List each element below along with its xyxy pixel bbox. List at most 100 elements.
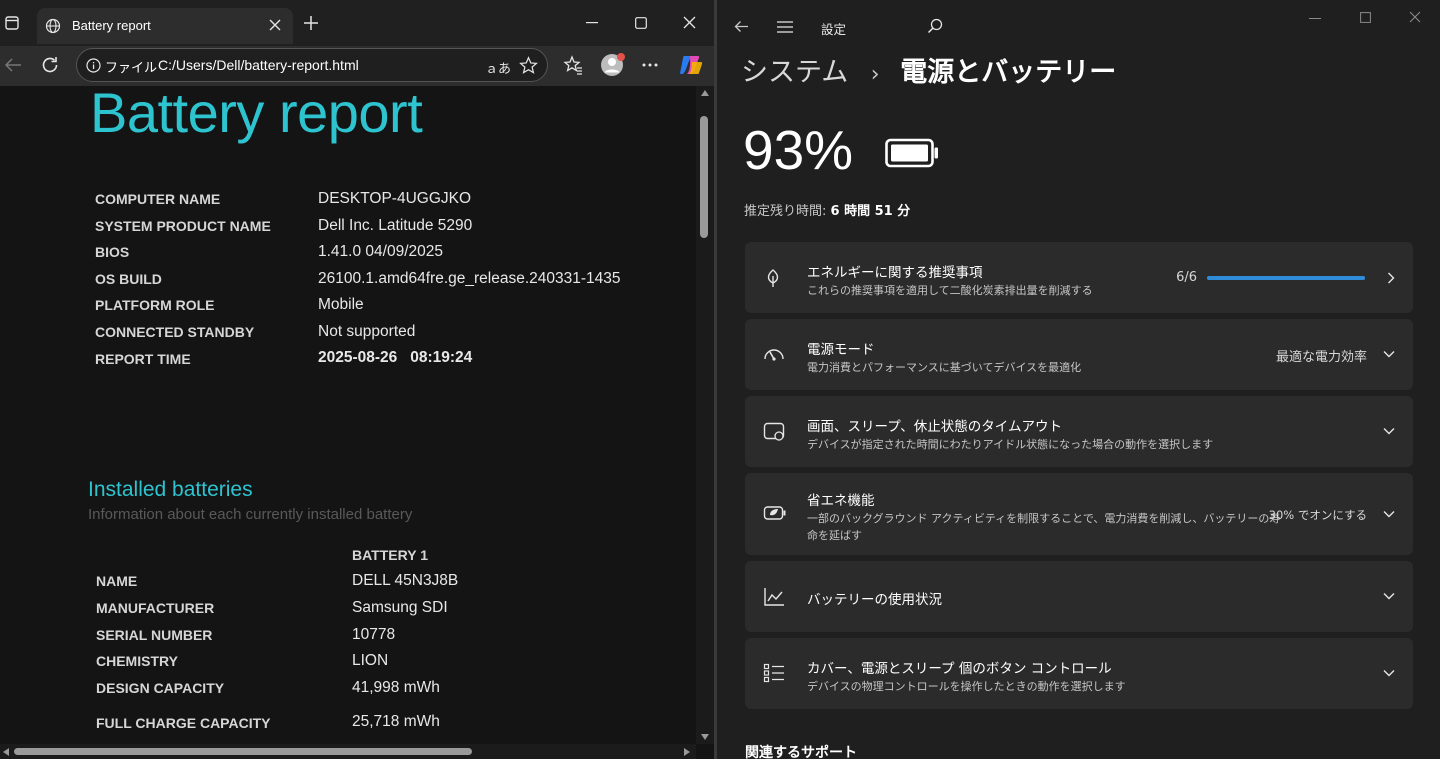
battery-saver-threshold[interactable]: 30% でオンにする: [1269, 507, 1367, 523]
sysinfo-value: 1.41.0 04/09/2025: [318, 243, 443, 260]
chevron-down-icon[interactable]: [1383, 510, 1395, 518]
card-subtitle: これらの推奨事項を適用して二酸化炭素排出量を削減する: [807, 284, 1093, 297]
settings-search-icon[interactable]: [927, 18, 943, 34]
settings-app-title: 設定: [821, 22, 847, 37]
sysinfo-value: DESKTOP-4UGGJKO: [318, 190, 472, 207]
list-icon: [763, 663, 785, 683]
battery-label: MANUFACTURER: [96, 600, 215, 616]
battery-percentage: 93%: [743, 119, 854, 181]
scroll-left-arrow-icon[interactable]: [3, 748, 9, 756]
close-window-icon[interactable]: [683, 16, 696, 29]
address-url[interactable]: C:/Users/Dell/battery-report.html: [158, 57, 359, 73]
settings-close-icon[interactable]: [1409, 11, 1421, 23]
tab-bar: Battery report: [0, 0, 714, 46]
sysinfo-label: REPORT TIME: [95, 351, 191, 367]
tab-title: Battery report: [72, 18, 151, 33]
battery-saver-card[interactable]: 省エネ機能 一部のバックグラウンド アクティビティを制限することで、電力消費を削…: [745, 473, 1413, 555]
sysinfo-label: BIOS: [95, 244, 130, 260]
horizontal-scroll-thumb[interactable]: [14, 748, 472, 755]
card-title: 省エネ機能: [807, 493, 875, 509]
close-tab-icon[interactable]: [269, 19, 281, 31]
installed-batteries-heading: Installed batteries: [88, 478, 253, 501]
estimated-remaining-time: 推定残り時間: 6 時間 51 分: [744, 200, 910, 219]
settings-window: 設定 システム › 電源とバッテリー 93% 推定残り時間: 6 時間 51 分…: [717, 0, 1440, 759]
scroll-down-arrow-icon[interactable]: [701, 734, 709, 740]
battery-value: 10778: [352, 626, 396, 643]
breadcrumb: システム › 電源とバッテリー: [741, 50, 1116, 89]
globe-icon: [45, 18, 61, 34]
address-bar[interactable]: ファイル C:/Users/Dell/battery-report.html ａ…: [76, 48, 548, 82]
more-options-icon[interactable]: [642, 63, 658, 67]
card-subtitle: デバイスが指定された時間にわたりアイドル状態になった場合の動作を選択します: [807, 438, 1214, 451]
leaf-icon: [763, 268, 783, 288]
sysinfo-value: Mobile: [318, 296, 364, 313]
installed-batteries-subtitle: Information about each currently install…: [88, 506, 413, 523]
battery-usage-card[interactable]: バッテリーの使用状況: [745, 561, 1413, 632]
card-subtitle: 一部のバックグラウンド アクティビティを制限することで、電力消費を削減し、バッテ…: [807, 512, 1281, 525]
battery-label: NAME: [96, 573, 138, 589]
battery-value: 25,718 mWh: [352, 713, 440, 730]
hamburger-menu-icon[interactable]: [777, 21, 793, 33]
battery-saver-icon: [763, 505, 787, 521]
card-subtitle: デバイスの物理コントロールを操作したときの動作を選択します: [807, 680, 1126, 693]
report-title: Battery report: [90, 86, 423, 144]
remaining-value: 6 時間 51 分: [830, 204, 911, 219]
card-title: 電源モード: [807, 342, 875, 358]
back-icon[interactable]: [4, 57, 22, 73]
chevron-down-icon[interactable]: [1383, 350, 1395, 358]
tab-actions-icon[interactable]: [5, 16, 19, 30]
settings-minimize-icon[interactable]: [1309, 18, 1321, 20]
sysinfo-value: 26100.1.amd64fre.ge_release.240331-1435: [318, 270, 621, 287]
minimize-icon[interactable]: [586, 22, 598, 24]
chevron-down-icon[interactable]: [1383, 669, 1395, 677]
settings-maximize-icon[interactable]: [1360, 12, 1371, 23]
refresh-icon[interactable]: [40, 55, 60, 75]
sysinfo-label: SYSTEM PRODUCT NAME: [95, 218, 271, 234]
screen-sleep-timeout-card[interactable]: 画面、スリープ、休止状態のタイムアウト デバイスが指定された時間にわたりアイドル…: [745, 396, 1413, 467]
copilot-icon[interactable]: [678, 52, 704, 78]
sysinfo-label: PLATFORM ROLE: [95, 297, 215, 313]
power-mode-dropdown-value[interactable]: 最適な電力効率: [1276, 346, 1367, 365]
favorite-star-icon[interactable]: [519, 56, 538, 75]
breadcrumb-current: 電源とバッテリー: [900, 57, 1117, 88]
maximize-icon[interactable]: [635, 17, 647, 29]
recommendation-progress-fill: [1207, 276, 1365, 280]
new-tab-icon[interactable]: [303, 15, 319, 31]
breadcrumb-parent[interactable]: システム: [741, 57, 848, 88]
card-subtitle-continued: 命を延ばす: [807, 529, 862, 542]
recommendation-progress-track: [1207, 276, 1365, 280]
read-aloud-icon[interactable]: ａあ: [485, 58, 511, 77]
card-title: バッテリーの使用状況: [807, 592, 942, 608]
profile-avatar[interactable]: [600, 52, 626, 78]
sysinfo-value: Dell Inc. Latitude 5290: [318, 217, 473, 234]
screen-sleep-icon: [763, 422, 785, 442]
scroll-right-arrow-icon[interactable]: [684, 748, 690, 756]
sysinfo-label: CONNECTED STANDBY: [95, 324, 255, 340]
battery-label: CHEMISTRY: [96, 653, 178, 669]
settings-back-icon[interactable]: [734, 20, 749, 33]
power-mode-card[interactable]: 電源モード 電力消費とパフォーマンスに基づいてデバイスを最適化 最適な電力効率: [745, 319, 1413, 390]
buttons-control-card[interactable]: カバー、電源とスリープ 個のボタン コントロール デバイスの物理コントロールを操…: [745, 638, 1413, 709]
address-scheme-label: ファイル: [105, 61, 158, 76]
chevron-down-icon[interactable]: [1383, 427, 1395, 435]
sysinfo-value: Not supported: [318, 323, 416, 340]
card-title: エネルギーに関する推奨事項: [807, 265, 983, 281]
scroll-up-arrow-icon[interactable]: [701, 90, 709, 96]
remaining-label: 推定残り時間:: [744, 204, 827, 219]
sysinfo-label: COMPUTER NAME: [95, 191, 221, 207]
vertical-scroll-thumb[interactable]: [700, 116, 708, 238]
active-tab[interactable]: Battery report: [37, 8, 293, 44]
chevron-down-icon[interactable]: [1383, 592, 1395, 600]
info-icon[interactable]: [86, 58, 101, 73]
battery-icon: [885, 138, 939, 168]
battery-value: LION: [352, 652, 389, 669]
battery-value: DELL 45N3J8B: [352, 572, 459, 589]
battery-label: DESIGN CAPACITY: [96, 680, 225, 696]
battery-column-header: BATTERY 1: [352, 547, 428, 563]
favorites-icon[interactable]: [563, 55, 583, 75]
vertical-scrollbar[interactable]: [696, 86, 714, 744]
battery-value: 41,998 mWh: [352, 679, 440, 696]
card-subtitle: 電力消費とパフォーマンスに基づいてデバイスを最適化: [807, 361, 1082, 374]
horizontal-scrollbar[interactable]: [0, 744, 696, 759]
energy-recommendations-card[interactable]: エネルギーに関する推奨事項 これらの推奨事項を適用して二酸化炭素排出量を削減する…: [745, 242, 1413, 313]
